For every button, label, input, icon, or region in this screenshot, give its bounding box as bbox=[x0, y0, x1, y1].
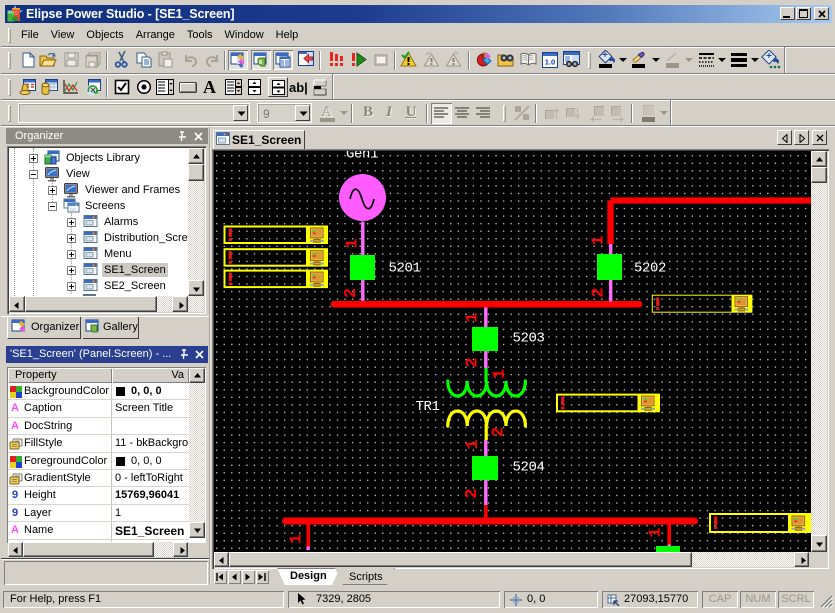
svg-text:1: 1 bbox=[464, 312, 483, 322]
svg-text:5202: 5202 bbox=[634, 261, 666, 277]
svg-text:2: 2 bbox=[490, 427, 509, 437]
svg-text:1: 1 bbox=[647, 527, 666, 537]
svg-text:1: 1 bbox=[590, 235, 609, 245]
svg-text:1.0: 1.0 bbox=[545, 58, 555, 67]
svg-text:2: 2 bbox=[590, 287, 609, 297]
svg-text:1: 1 bbox=[288, 534, 307, 544]
svg-text:1: 1 bbox=[491, 369, 510, 379]
svg-text:TR1: TR1 bbox=[416, 399, 440, 415]
svg-text:2: 2 bbox=[342, 288, 361, 298]
svg-text:5201: 5201 bbox=[389, 261, 421, 277]
svg-text:2: 2 bbox=[463, 488, 482, 498]
svg-text:Gen1: Gen1 bbox=[346, 151, 378, 163]
svg-text:1: 1 bbox=[344, 238, 363, 248]
svg-text:5204: 5204 bbox=[513, 460, 545, 476]
svg-text:5203: 5203 bbox=[513, 331, 545, 347]
svg-text:2: 2 bbox=[464, 357, 483, 367]
svg-text:1: 1 bbox=[464, 439, 483, 449]
